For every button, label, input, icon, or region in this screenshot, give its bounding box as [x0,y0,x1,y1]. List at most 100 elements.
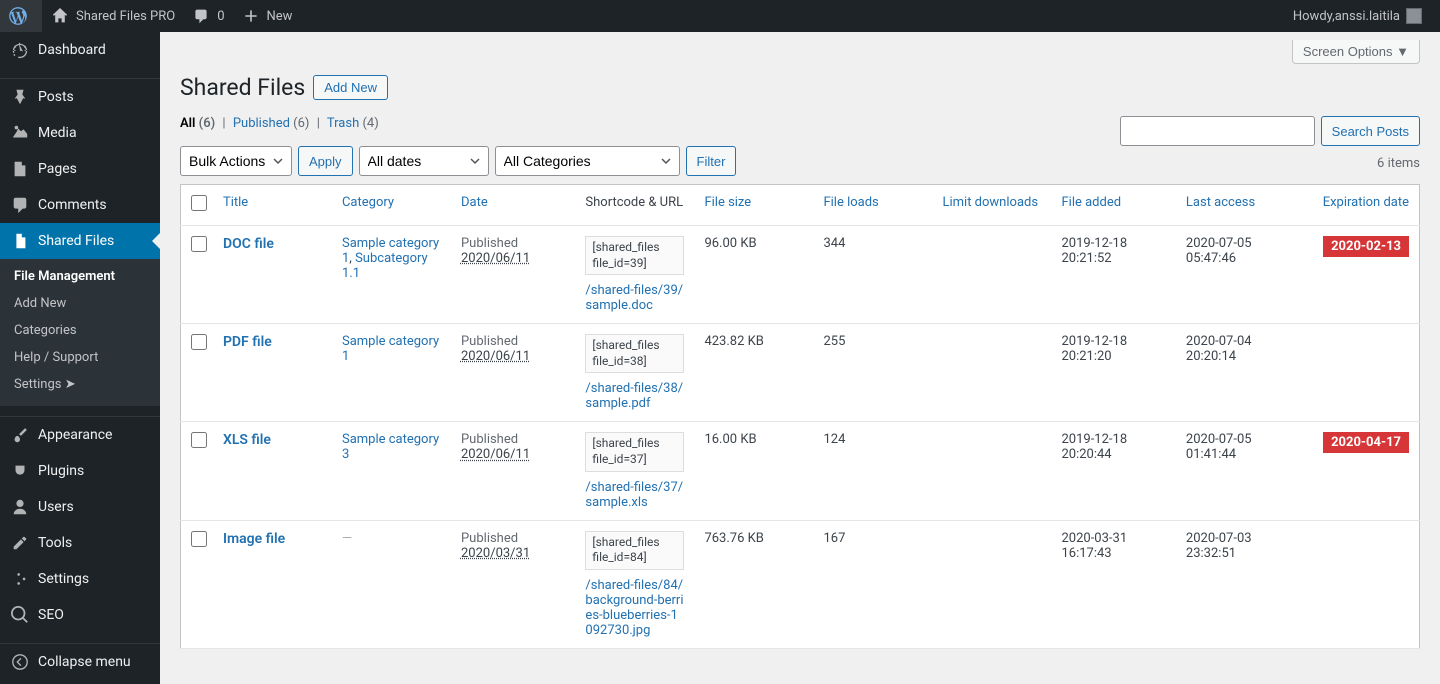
filter-all-link[interactable]: All (6) [180,116,215,131]
file-loads-cell: 124 [813,422,932,520]
published-label: Published [461,432,518,447]
last-access-cell: 2020-07-0505:47:46 [1176,226,1300,324]
column-header-file-added[interactable]: File added [1061,195,1165,210]
limit-downloads-cell [932,520,1051,648]
filter-button[interactable]: Filter [686,146,737,176]
search-input[interactable] [1120,116,1315,146]
sidebar-item-settings[interactable]: Settings [0,561,160,597]
column-header-category[interactable]: Category [342,195,441,210]
file-title-link[interactable]: Image file [223,531,285,547]
file-title-link[interactable]: XLS file [223,432,271,448]
new-content-link[interactable]: New [233,0,301,32]
column-header-limit-downloads[interactable]: Limit downloads [942,195,1041,210]
sidebar-item-users[interactable]: Users [0,489,160,525]
row-checkbox[interactable] [191,334,207,350]
published-label: Published [461,236,518,251]
shortcode-text[interactable]: [shared_files file_id=84] [585,531,684,570]
pin-icon [10,87,30,107]
shortcode-text[interactable]: [shared_files file_id=39] [585,236,684,275]
filter-published-link[interactable]: Published (6) [233,116,310,131]
submenu-item-add-new[interactable]: Add New [0,290,160,317]
comment-icon [191,6,211,26]
bulk-actions-select[interactable]: Bulk Actions [180,146,292,176]
sidebar-item-label: SEO [38,607,64,623]
table-row: PDF fileSample category 1Published2020/0… [181,324,1420,422]
expiration-badge: 2020-02-13 [1323,236,1409,257]
wp-logo[interactable] [0,0,42,32]
shortcode-text[interactable]: [shared_files file_id=37] [585,432,684,471]
file-url-link[interactable]: /shared-files/38/sample.pdf [585,381,684,411]
site-name-link[interactable]: Shared Files PRO [42,0,183,32]
add-new-button[interactable]: Add New [313,75,388,100]
file-size-cell: 423.82 KB [694,324,813,422]
published-label: Published [461,334,518,349]
row-checkbox[interactable] [191,236,207,252]
column-header-title[interactable]: Title [223,195,322,210]
sidebar-item-label: Posts [38,89,74,105]
limit-downloads-cell [932,422,1051,520]
dates-filter-select[interactable]: All dates [359,146,489,176]
comments-link[interactable]: 0 [183,0,232,32]
shortcode-text[interactable]: [shared_files file_id=38] [585,334,684,373]
plug-icon [10,461,30,481]
screen-options-button[interactable]: Screen Options ▼ [1292,40,1420,64]
published-date: 2020/06/11 [461,251,530,266]
limit-downloads-cell [932,226,1051,324]
sidebar-item-media[interactable]: Media [0,115,160,151]
column-header-expiration-date[interactable]: Expiration date [1310,195,1409,210]
column-header-file-loads[interactable]: File loads [823,195,922,210]
filter-trash-link[interactable]: Trash (4) [327,116,379,131]
table-row: DOC fileSample category 1, Subcategory 1… [181,226,1420,324]
sidebar-item-seo[interactable]: SEO [0,597,160,633]
comments-count: 0 [217,9,224,24]
table-row: Image file—Published2020/03/31[shared_fi… [181,520,1420,648]
collapse-menu-button[interactable]: Collapse menu [0,644,160,680]
file-url-link[interactable]: /shared-files/84/background-berries-blue… [585,578,684,638]
column-header-shortcode: Shortcode & URL [585,195,683,210]
category-link[interactable]: Sample category 3 [342,432,439,462]
sidebar-item-tools[interactable]: Tools [0,525,160,561]
category-link[interactable]: Sample category 1 [342,334,439,364]
file-title-link[interactable]: PDF file [223,334,272,350]
categories-filter-select[interactable]: All Categories [495,146,680,176]
apply-button[interactable]: Apply [298,146,353,176]
page-title: Shared Files [180,74,305,101]
file-url-link[interactable]: /shared-files/37/sample.xls [585,480,684,510]
home-icon [50,6,70,26]
sidebar-item-dashboard[interactable]: Dashboard [0,32,160,68]
sidebar-item-plugins[interactable]: Plugins [0,453,160,489]
sidebar-item-pages[interactable]: Pages [0,151,160,187]
sidebar-item-label: Media [38,125,77,141]
submenu-item-categories[interactable]: Categories [0,317,160,344]
sidebar-item-label: Appearance [38,427,112,443]
submenu-item-settings[interactable]: Settings ➤ [0,371,160,398]
select-all-checkbox[interactable] [191,195,207,211]
sidebar-item-appearance[interactable]: Appearance [0,417,160,453]
file-title-link[interactable]: DOC file [223,236,274,252]
sidebar-item-posts[interactable]: Posts [0,79,160,115]
admin-bar: Shared Files PRO 0 New Howdy, anssi.lait… [0,0,1440,32]
sidebar-item-comments[interactable]: Comments [0,187,160,223]
sidebar-item-label: Dashboard [38,42,106,58]
search-posts-button[interactable]: Search Posts [1321,116,1420,146]
brush-icon [10,425,30,445]
howdy-prefix: Howdy, [1293,9,1335,24]
published-date: 2020/06/11 [461,447,530,462]
expiration-badge: 2020-04-17 [1323,432,1409,453]
row-checkbox[interactable] [191,531,207,547]
dashboard-icon [10,40,30,60]
sidebar-item-shared-files[interactable]: Shared Files [0,223,160,259]
row-checkbox[interactable] [191,432,207,448]
submenu-item-file-management[interactable]: File Management [0,263,160,290]
site-title: Shared Files PRO [76,9,175,24]
column-header-date[interactable]: Date [461,195,565,210]
user-account-link[interactable]: Howdy, anssi.laitila [1285,0,1430,32]
category-link[interactable]: Subcategory 1.1 [342,251,428,281]
sliders-icon [10,569,30,589]
column-header-last-access[interactable]: Last access [1186,195,1290,210]
file-url-link[interactable]: /shared-files/39/sample.doc [585,283,684,313]
wordpress-icon [8,6,28,26]
submenu-item-help-support[interactable]: Help / Support [0,344,160,371]
column-header-file-size[interactable]: File size [704,195,803,210]
file-loads-cell: 344 [813,226,932,324]
